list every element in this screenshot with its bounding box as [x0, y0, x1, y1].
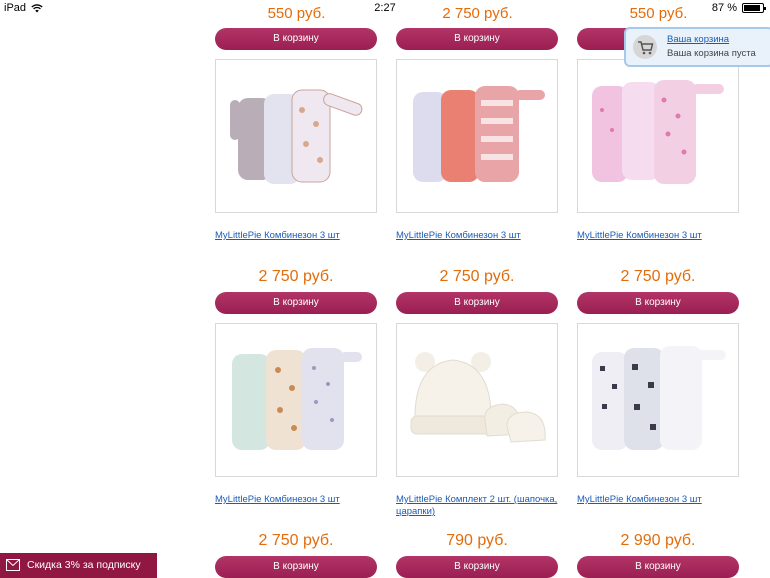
product-title-link[interactable]: MyLittlePie Комбинезон 3 шт — [577, 494, 739, 506]
add-to-cart-button[interactable]: В корзину — [396, 292, 558, 314]
product-price: 2 750 руб. — [620, 268, 696, 285]
price-partial: 550 руб. — [629, 5, 688, 22]
romper-set-image — [592, 346, 726, 450]
add-to-cart-button[interactable]: В корзину — [577, 292, 739, 314]
add-to-cart-button[interactable]: В корзину — [396, 28, 558, 50]
price-partial: 2 750 руб. — [442, 5, 513, 22]
add-to-cart-button[interactable]: В корзину — [215, 556, 377, 578]
product-price: 2 750 руб. — [439, 268, 515, 285]
promo-label: Скидка 3% за подписку — [27, 559, 141, 571]
product-image[interactable] — [577, 323, 739, 477]
product-image[interactable] — [396, 323, 558, 477]
add-to-cart-button[interactable]: В корзину — [215, 292, 377, 314]
cart-status: Ваша корзина пуста — [667, 48, 756, 59]
romper-set-image — [230, 89, 363, 184]
romper-set-image — [232, 348, 362, 450]
product-title-link[interactable]: MyLittlePie Комбинезон 3 шт — [577, 230, 739, 242]
product-title-link[interactable]: MyLittlePie Комбинезон 3 шт — [215, 494, 377, 506]
product-image[interactable] — [396, 59, 558, 213]
add-to-cart-button[interactable]: В корзину — [215, 28, 377, 50]
hat-mittens-image — [410, 352, 546, 443]
product-price: 2 750 руб. — [258, 532, 334, 549]
product-image[interactable] — [577, 59, 739, 213]
battery-icon — [742, 3, 766, 13]
romper-set-image — [413, 86, 545, 182]
cart-icon — [633, 35, 657, 59]
product-price: 2 750 руб. — [258, 268, 334, 285]
product-price: 2 990 руб. — [620, 532, 696, 549]
romper-set-image — [592, 80, 724, 184]
cart-widget[interactable]: Ваша корзина Ваша корзина пуста — [624, 27, 770, 67]
subscribe-discount-button[interactable]: Скидка 3% за подписку — [0, 553, 157, 578]
product-title-link[interactable]: MyLittlePie Комплект 2 шт. (шапочка, цар… — [396, 494, 558, 518]
cart-title-link[interactable]: Ваша корзина — [667, 34, 729, 45]
product-title-link[interactable]: MyLittlePie Комбинезон 3 шт — [215, 230, 377, 242]
price-partial: 550 руб. — [267, 5, 326, 22]
product-price: 790 руб. — [446, 532, 508, 549]
envelope-icon — [6, 559, 20, 571]
product-image[interactable] — [215, 59, 377, 213]
product-title-link[interactable]: MyLittlePie Комбинезон 3 шт — [396, 230, 558, 242]
add-to-cart-button[interactable]: В корзину — [577, 556, 739, 578]
product-image[interactable] — [215, 323, 377, 477]
add-to-cart-button[interactable]: В корзину — [396, 556, 558, 578]
